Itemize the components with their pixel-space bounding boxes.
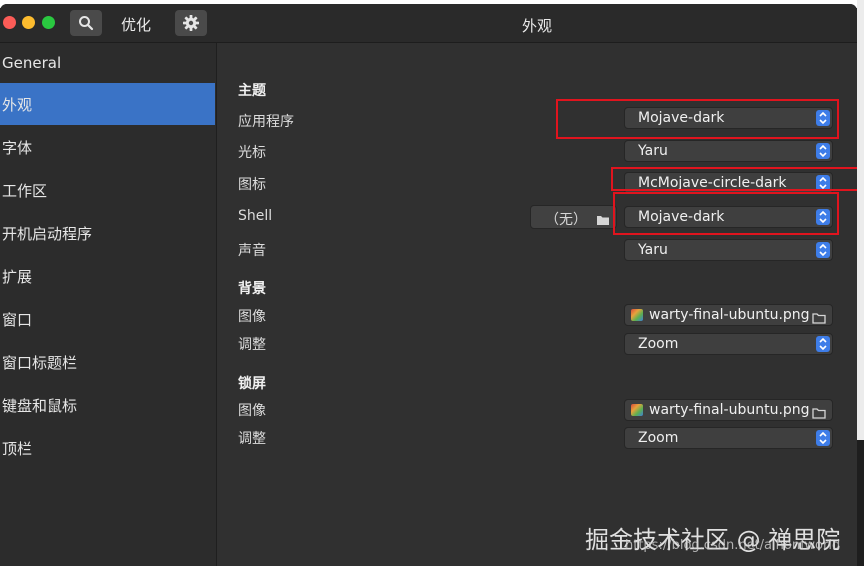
sidebar-item-windows[interactable]: 窗口 (0, 298, 215, 340)
app-title: 优化 (121, 16, 152, 34)
icons-label: 图标 (238, 177, 266, 193)
sidebar-item-label: 字体 (2, 139, 33, 157)
cursor-theme-select[interactable]: Yaru (624, 140, 833, 162)
annotation-highlight-shell (613, 192, 839, 235)
file-chooser-value: （无） (545, 212, 587, 228)
search-icon (79, 16, 94, 31)
sidebar-item-label: 开机启动程序 (2, 225, 93, 243)
chevron-updown-icon (816, 242, 830, 258)
image-file-icon (631, 309, 643, 321)
sidebar-item-window-titlebars[interactable]: 窗口标题栏 (0, 341, 215, 383)
lockscreen-image-chooser[interactable]: warty-final-ubuntu.png (624, 399, 833, 421)
select-value: Yaru (638, 242, 668, 258)
section-heading-themes: 主题 (238, 83, 266, 99)
file-name: warty-final-ubuntu.png (649, 402, 810, 418)
lockscreen-image-label: 图像 (238, 403, 266, 419)
appearance-panel: 主题 应用程序 Mojave-dark 光标 Yaru 图标 McMojave-… (217, 43, 857, 566)
sidebar-item-appearance[interactable]: 外观 (0, 83, 215, 125)
sidebar-item-label: 工作区 (2, 182, 48, 200)
lockscreen-adjust-select[interactable]: Zoom (624, 427, 833, 449)
sidebar-item-label: General (2, 54, 62, 72)
cursor-label: 光标 (238, 145, 266, 161)
sidebar-item-extensions[interactable]: 扩展 (0, 255, 215, 297)
applications-label: 应用程序 (238, 114, 294, 130)
sidebar-item-startup-apps[interactable]: 开机启动程序 (0, 212, 215, 254)
file-name: warty-final-ubuntu.png (649, 307, 810, 323)
sound-theme-select[interactable]: Yaru (624, 239, 833, 261)
section-heading-lock-screen: 锁屏 (238, 376, 266, 392)
folder-icon (812, 309, 826, 328)
annotation-highlight-applications (556, 99, 839, 139)
sidebar-item-label: 窗口标题栏 (2, 354, 78, 372)
page-title: 外观 (522, 17, 553, 35)
sound-label: 声音 (238, 243, 266, 259)
chevron-updown-icon (816, 336, 830, 352)
shell-label: Shell (238, 208, 273, 224)
titlebar: 优化 外观 (0, 4, 857, 43)
gear-icon (183, 15, 199, 31)
sidebar-item-top-bar[interactable]: 顶栏 (0, 427, 215, 469)
sidebar-item-general[interactable]: General (0, 43, 215, 85)
close-button[interactable] (3, 16, 16, 29)
search-button[interactable] (70, 10, 102, 36)
select-value: Yaru (638, 143, 668, 159)
select-value: Zoom (638, 430, 679, 446)
watermark-url: https://blog.csdn.net/aihonfworld (625, 538, 841, 553)
background-image-label: 图像 (238, 309, 266, 325)
chevron-updown-icon (816, 430, 830, 446)
sidebar-item-label: 窗口 (2, 311, 33, 329)
background-image-chooser[interactable]: warty-final-ubuntu.png (624, 304, 833, 326)
background-adjust-select[interactable]: Zoom (624, 333, 833, 355)
sidebar-item-workspaces[interactable]: 工作区 (0, 169, 215, 211)
sidebar: General 外观 字体 工作区 开机启动程序 扩展 窗口 窗口标题栏 键盘和… (0, 43, 217, 566)
sidebar-item-label: 键盘和鼠标 (2, 397, 78, 415)
background-window-edge (857, 0, 864, 566)
lockscreen-adjust-label: 调整 (238, 431, 266, 447)
select-value: Zoom (638, 336, 679, 352)
sidebar-item-keyboard-mouse[interactable]: 键盘和鼠标 (0, 384, 215, 426)
shell-file-chooser-button[interactable]: （无） (530, 205, 617, 229)
sidebar-item-label: 外观 (2, 96, 33, 114)
folder-icon (596, 211, 610, 230)
tweaks-window: 优化 外观 General 外观 字体 工作区 开机启动程序 扩展 窗口 窗口标… (0, 4, 857, 566)
annotation-highlight-icons (611, 167, 857, 191)
sidebar-item-label: 扩展 (2, 268, 33, 286)
minimize-button[interactable] (22, 16, 35, 29)
sidebar-item-label: 顶栏 (2, 440, 33, 458)
sidebar-item-fonts[interactable]: 字体 (0, 126, 215, 168)
background-adjust-label: 调整 (238, 337, 266, 353)
folder-icon (812, 404, 826, 423)
chevron-updown-icon (816, 143, 830, 159)
settings-button[interactable] (175, 10, 207, 36)
image-file-icon (631, 404, 643, 416)
section-heading-background: 背景 (238, 281, 266, 297)
maximize-button[interactable] (42, 16, 55, 29)
